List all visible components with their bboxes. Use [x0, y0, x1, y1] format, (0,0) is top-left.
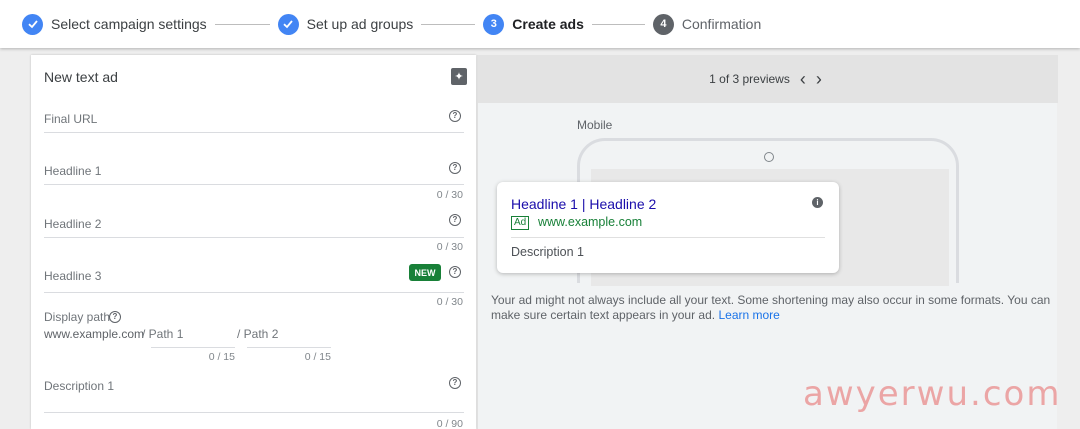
ad-divider: [511, 237, 825, 238]
preview-count: 1 of 3 previews: [709, 72, 790, 86]
step-set-up-ad-groups[interactable]: Set up ad groups: [277, 13, 414, 35]
step-label: Select campaign settings: [51, 16, 207, 32]
description1-field[interactable]: Description 1: [44, 379, 114, 393]
learn-more-link[interactable]: Learn more: [718, 308, 779, 322]
chevron-left-icon[interactable]: ‹: [800, 70, 806, 88]
ad-suggestions-icon[interactable]: ✦: [451, 68, 467, 85]
path2-field[interactable]: / Path 2: [237, 327, 278, 341]
step-label: Set up ad groups: [306, 16, 414, 32]
step-confirmation: 4 Confirmation: [652, 13, 762, 35]
device-label: Mobile: [577, 118, 613, 132]
help-icon[interactable]: ?: [449, 266, 461, 278]
headline3-underline: [44, 292, 464, 293]
headline2-field[interactable]: Headline 2: [44, 217, 101, 231]
preview-nav-bar: 1 of 3 previews ‹ ›: [478, 55, 1058, 103]
help-icon[interactable]: ?: [449, 110, 461, 122]
help-icon[interactable]: ?: [449, 377, 461, 389]
final-url-underline: [44, 132, 464, 133]
phone-camera-icon: [764, 152, 774, 162]
step-label: Confirmation: [681, 16, 762, 32]
info-icon[interactable]: i: [812, 197, 823, 208]
headline2-underline: [44, 237, 464, 238]
ad-display-url: www.example.com: [538, 215, 643, 229]
step-number: 4: [652, 13, 674, 35]
step-connector: [421, 23, 476, 25]
chevron-right-icon[interactable]: ›: [816, 70, 822, 88]
progress-stepper: Select campaign settings Set up ad group…: [0, 0, 1080, 48]
watermark: awyerwu.com: [803, 374, 1062, 414]
step-connector: [591, 23, 645, 25]
ad-badge: Ad: [511, 216, 530, 230]
path1-field[interactable]: / Path 1: [142, 327, 183, 341]
check-icon: [277, 13, 299, 35]
ad-preview-panel: 1 of 3 previews ‹ › Mobile Headline 1 | …: [477, 55, 1058, 429]
step-select-campaign-settings[interactable]: Select campaign settings: [22, 13, 207, 35]
help-icon[interactable]: ?: [449, 162, 461, 174]
step-create-ads[interactable]: 3 Create ads: [483, 13, 584, 35]
headline3-field[interactable]: Headline 3: [44, 269, 101, 283]
headline1-counter: 0 / 30: [436, 189, 463, 201]
headline3-counter: 0 / 30: [436, 296, 463, 308]
step-label: Create ads: [512, 16, 584, 32]
help-icon[interactable]: ?: [449, 214, 461, 226]
final-url-field[interactable]: Final URL: [44, 112, 97, 126]
ad-preview-card: Headline 1 | Headline 2 i Ad www.example…: [497, 182, 839, 273]
path1-counter: 0 / 15: [208, 351, 235, 363]
help-icon[interactable]: ?: [109, 311, 121, 323]
ad-form-panel: New text ad ✦ Final URL ? Headline 1 ? 0…: [31, 55, 476, 429]
path1-underline: [151, 347, 235, 348]
ad-description: Description 1: [511, 245, 584, 259]
headline1-field[interactable]: Headline 1: [44, 164, 101, 178]
description1-underline: [44, 412, 464, 413]
path2-underline: [247, 347, 331, 348]
new-badge: NEW: [409, 264, 441, 281]
preview-note: Your ad might not always include all you…: [491, 293, 1051, 323]
step-number: 3: [483, 13, 505, 35]
path2-counter: 0 / 15: [304, 351, 331, 363]
display-domain: www.example.com: [44, 327, 145, 341]
ad-headline: Headline 1 | Headline 2: [511, 196, 657, 212]
description1-counter: 0 / 90: [436, 418, 463, 429]
step-connector: [214, 23, 270, 25]
display-path-label: Display path: [44, 310, 111, 324]
headline2-counter: 0 / 30: [436, 241, 463, 253]
check-icon: [22, 13, 43, 35]
headline1-underline: [44, 184, 464, 185]
form-title: New text ad: [44, 69, 118, 85]
